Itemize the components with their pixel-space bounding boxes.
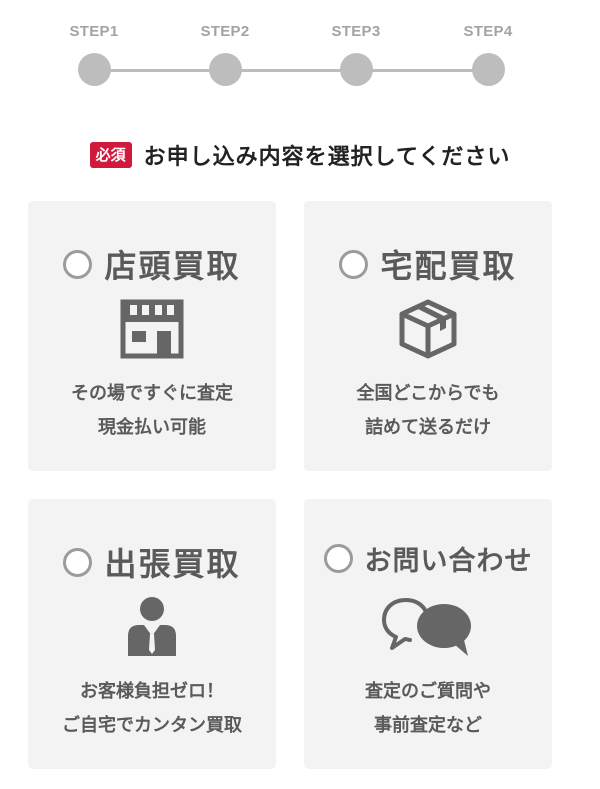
- step-3-dot: [339, 53, 373, 86]
- option-card-inquiry[interactable]: お問い合わせ 査定のご質問や 事前査定など: [304, 499, 552, 769]
- option-description-line-2: 事前査定など: [374, 715, 482, 736]
- step-progress-line: [94, 69, 488, 72]
- option-title-row: 店頭買取: [28, 241, 276, 287]
- radio-button[interactable]: [63, 547, 93, 577]
- option-card-delivery-purchase[interactable]: 宅配買取 全国どこからでも 詰めて送るだけ: [304, 201, 552, 471]
- option-description: その場ですぐに査定 現金払い可能: [28, 377, 276, 445]
- option-title: お問い合わせ: [364, 546, 533, 577]
- option-title: 宅配買取: [380, 247, 517, 285]
- option-title: 出張買取: [104, 545, 241, 583]
- option-description-line-1: 査定のご質問や: [365, 681, 491, 702]
- option-description-line-2: 現金払い可能: [98, 417, 206, 438]
- option-description: 査定のご質問や 事前査定など: [304, 675, 552, 743]
- person-icon: [28, 592, 276, 662]
- option-description: 全国どこからでも 詰めて送るだけ: [304, 377, 552, 445]
- option-description-line-1: お客様負担ゼロ！: [80, 681, 224, 702]
- option-title-row: 宅配買取: [304, 241, 552, 287]
- radio-button[interactable]: [63, 249, 93, 279]
- step-2: STEP2: [185, 20, 265, 86]
- package-box-icon: [304, 294, 552, 364]
- option-description-line-1: 全国どこからでも: [356, 383, 500, 404]
- option-title: 店頭買取: [104, 247, 241, 285]
- heading-text: お申し込み内容を選択してください: [143, 145, 511, 170]
- step-2-label: STEP2: [200, 23, 250, 40]
- step-3: STEP3: [316, 20, 396, 86]
- option-description-line-1: その場ですぐに査定: [71, 383, 233, 404]
- step-1-dot: [77, 53, 111, 86]
- section-heading: 必須 お申し込み内容を選択してください: [0, 137, 600, 173]
- radio-button[interactable]: [339, 249, 369, 279]
- option-card-store-purchase[interactable]: 店頭買取 その場ですぐに査定 現金払い可能: [28, 201, 276, 471]
- option-description-line-2: 詰めて送るだけ: [365, 417, 491, 438]
- option-card-visit-purchase[interactable]: 出張買取 お客様負担ゼロ！ ご自宅でカンタン買取: [28, 499, 276, 769]
- step-4-dot: [471, 53, 505, 86]
- step-progress: STEP1 STEP2 STEP3 STEP4: [0, 0, 600, 100]
- option-title-row: 出張買取: [28, 539, 276, 585]
- store-icon: [28, 294, 276, 364]
- step-1-label: STEP1: [69, 23, 119, 40]
- step-3-label: STEP3: [331, 23, 381, 40]
- step-4: STEP4: [448, 20, 528, 86]
- chat-bubbles-icon: [304, 592, 552, 662]
- step-1: STEP1: [54, 20, 134, 86]
- option-title-row: お問い合わせ: [304, 539, 552, 578]
- step-4-label: STEP4: [463, 23, 513, 40]
- required-badge: 必須: [89, 142, 132, 168]
- option-description: お客様負担ゼロ！ ご自宅でカンタン買取: [28, 675, 276, 743]
- option-description-line-2: ご自宅でカンタン買取: [62, 715, 242, 736]
- step-2-dot: [208, 53, 242, 86]
- radio-button[interactable]: [323, 544, 353, 573]
